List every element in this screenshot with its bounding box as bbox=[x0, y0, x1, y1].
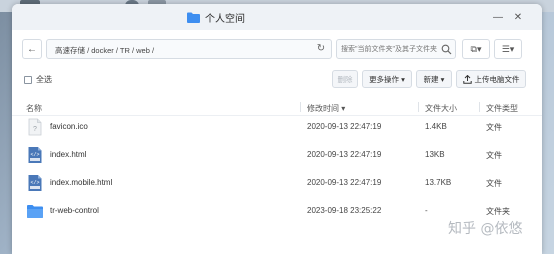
folder-icon bbox=[27, 205, 43, 218]
file-name[interactable]: index.mobile.html bbox=[50, 178, 112, 187]
column-separator[interactable] bbox=[418, 102, 419, 112]
file-type: 文件 bbox=[486, 179, 502, 188]
file-type: 文件 bbox=[486, 123, 502, 132]
file-modified: 2020-09-13 22:47:19 bbox=[307, 150, 382, 159]
table-row[interactable]: </> index.mobile.html 2020-09-13 22:47:1… bbox=[12, 169, 542, 197]
file-modified: 2020-09-13 22:47:19 bbox=[307, 122, 382, 131]
path-bar[interactable]: 高速存储 / docker / TR / web / ↻ bbox=[46, 39, 332, 59]
file-size: 13.7KB bbox=[425, 178, 452, 187]
upload-button[interactable]: 上传电脑文件 bbox=[456, 70, 526, 88]
minimize-button[interactable]: — bbox=[492, 12, 504, 23]
window-title-text: 个人空间 bbox=[205, 13, 245, 25]
file-size: 1.4KB bbox=[425, 122, 447, 131]
window-title: 个人空间 bbox=[187, 10, 245, 25]
file-size: 13KB bbox=[425, 150, 445, 159]
sort-list-button[interactable]: ☰▾ bbox=[494, 39, 522, 59]
html-file-icon: </> bbox=[28, 175, 42, 191]
search-input[interactable] bbox=[341, 43, 437, 56]
select-all-control[interactable]: 全选 bbox=[24, 74, 52, 85]
close-button[interactable]: ✕ bbox=[512, 12, 524, 23]
breadcrumb[interactable]: 高速存储 / docker / TR / web / bbox=[55, 45, 154, 56]
file-name[interactable]: favicon.ico bbox=[50, 122, 88, 131]
back-button[interactable]: ← bbox=[22, 39, 42, 59]
table-row[interactable]: </> index.html 2020-09-13 22:47:19 13KB … bbox=[12, 141, 542, 169]
file-modified: 2020-09-13 22:47:19 bbox=[307, 178, 382, 187]
svg-text:?: ? bbox=[33, 126, 37, 133]
refresh-icon[interactable]: ↻ bbox=[315, 43, 327, 55]
file-size: - bbox=[425, 206, 428, 215]
search-icon[interactable] bbox=[441, 44, 452, 55]
delete-button[interactable]: 删除 bbox=[332, 70, 358, 88]
file-modified: 2023-09-18 23:25:22 bbox=[307, 206, 382, 215]
html-file-icon: </> bbox=[28, 147, 42, 163]
folder-icon bbox=[187, 12, 200, 23]
watermark: 知乎 @依悠 bbox=[448, 221, 523, 237]
upload-icon bbox=[462, 74, 472, 84]
unknown-file-icon: ? bbox=[28, 118, 42, 136]
select-all-checkbox[interactable] bbox=[24, 75, 32, 84]
new-button[interactable]: 新建 ▾ bbox=[416, 70, 452, 88]
file-manager-window: 个人空间 — ✕ ← 高速存储 / docker / TR / web / ↻ … bbox=[12, 4, 542, 254]
file-type: 文件 bbox=[486, 151, 502, 160]
column-separator[interactable] bbox=[479, 102, 480, 112]
column-separator[interactable] bbox=[300, 102, 301, 112]
table-row[interactable]: ? favicon.ico 2020-09-13 22:47:19 1.4KB … bbox=[12, 113, 542, 141]
search-box[interactable] bbox=[336, 39, 456, 59]
file-name[interactable]: tr-web-control bbox=[50, 206, 99, 215]
window-titlebar[interactable]: 个人空间 — ✕ bbox=[12, 4, 542, 30]
file-name[interactable]: index.html bbox=[50, 150, 86, 159]
svg-text:</>: </> bbox=[30, 180, 39, 186]
more-actions-button[interactable]: 更多操作 ▾ bbox=[362, 70, 412, 88]
upload-label: 上传电脑文件 bbox=[474, 74, 520, 84]
svg-text:</>: </> bbox=[30, 152, 39, 158]
filter-view-button[interactable]: ⧉▾ bbox=[462, 39, 490, 59]
file-type: 文件夹 bbox=[486, 207, 510, 216]
select-all-label: 全选 bbox=[36, 75, 52, 84]
